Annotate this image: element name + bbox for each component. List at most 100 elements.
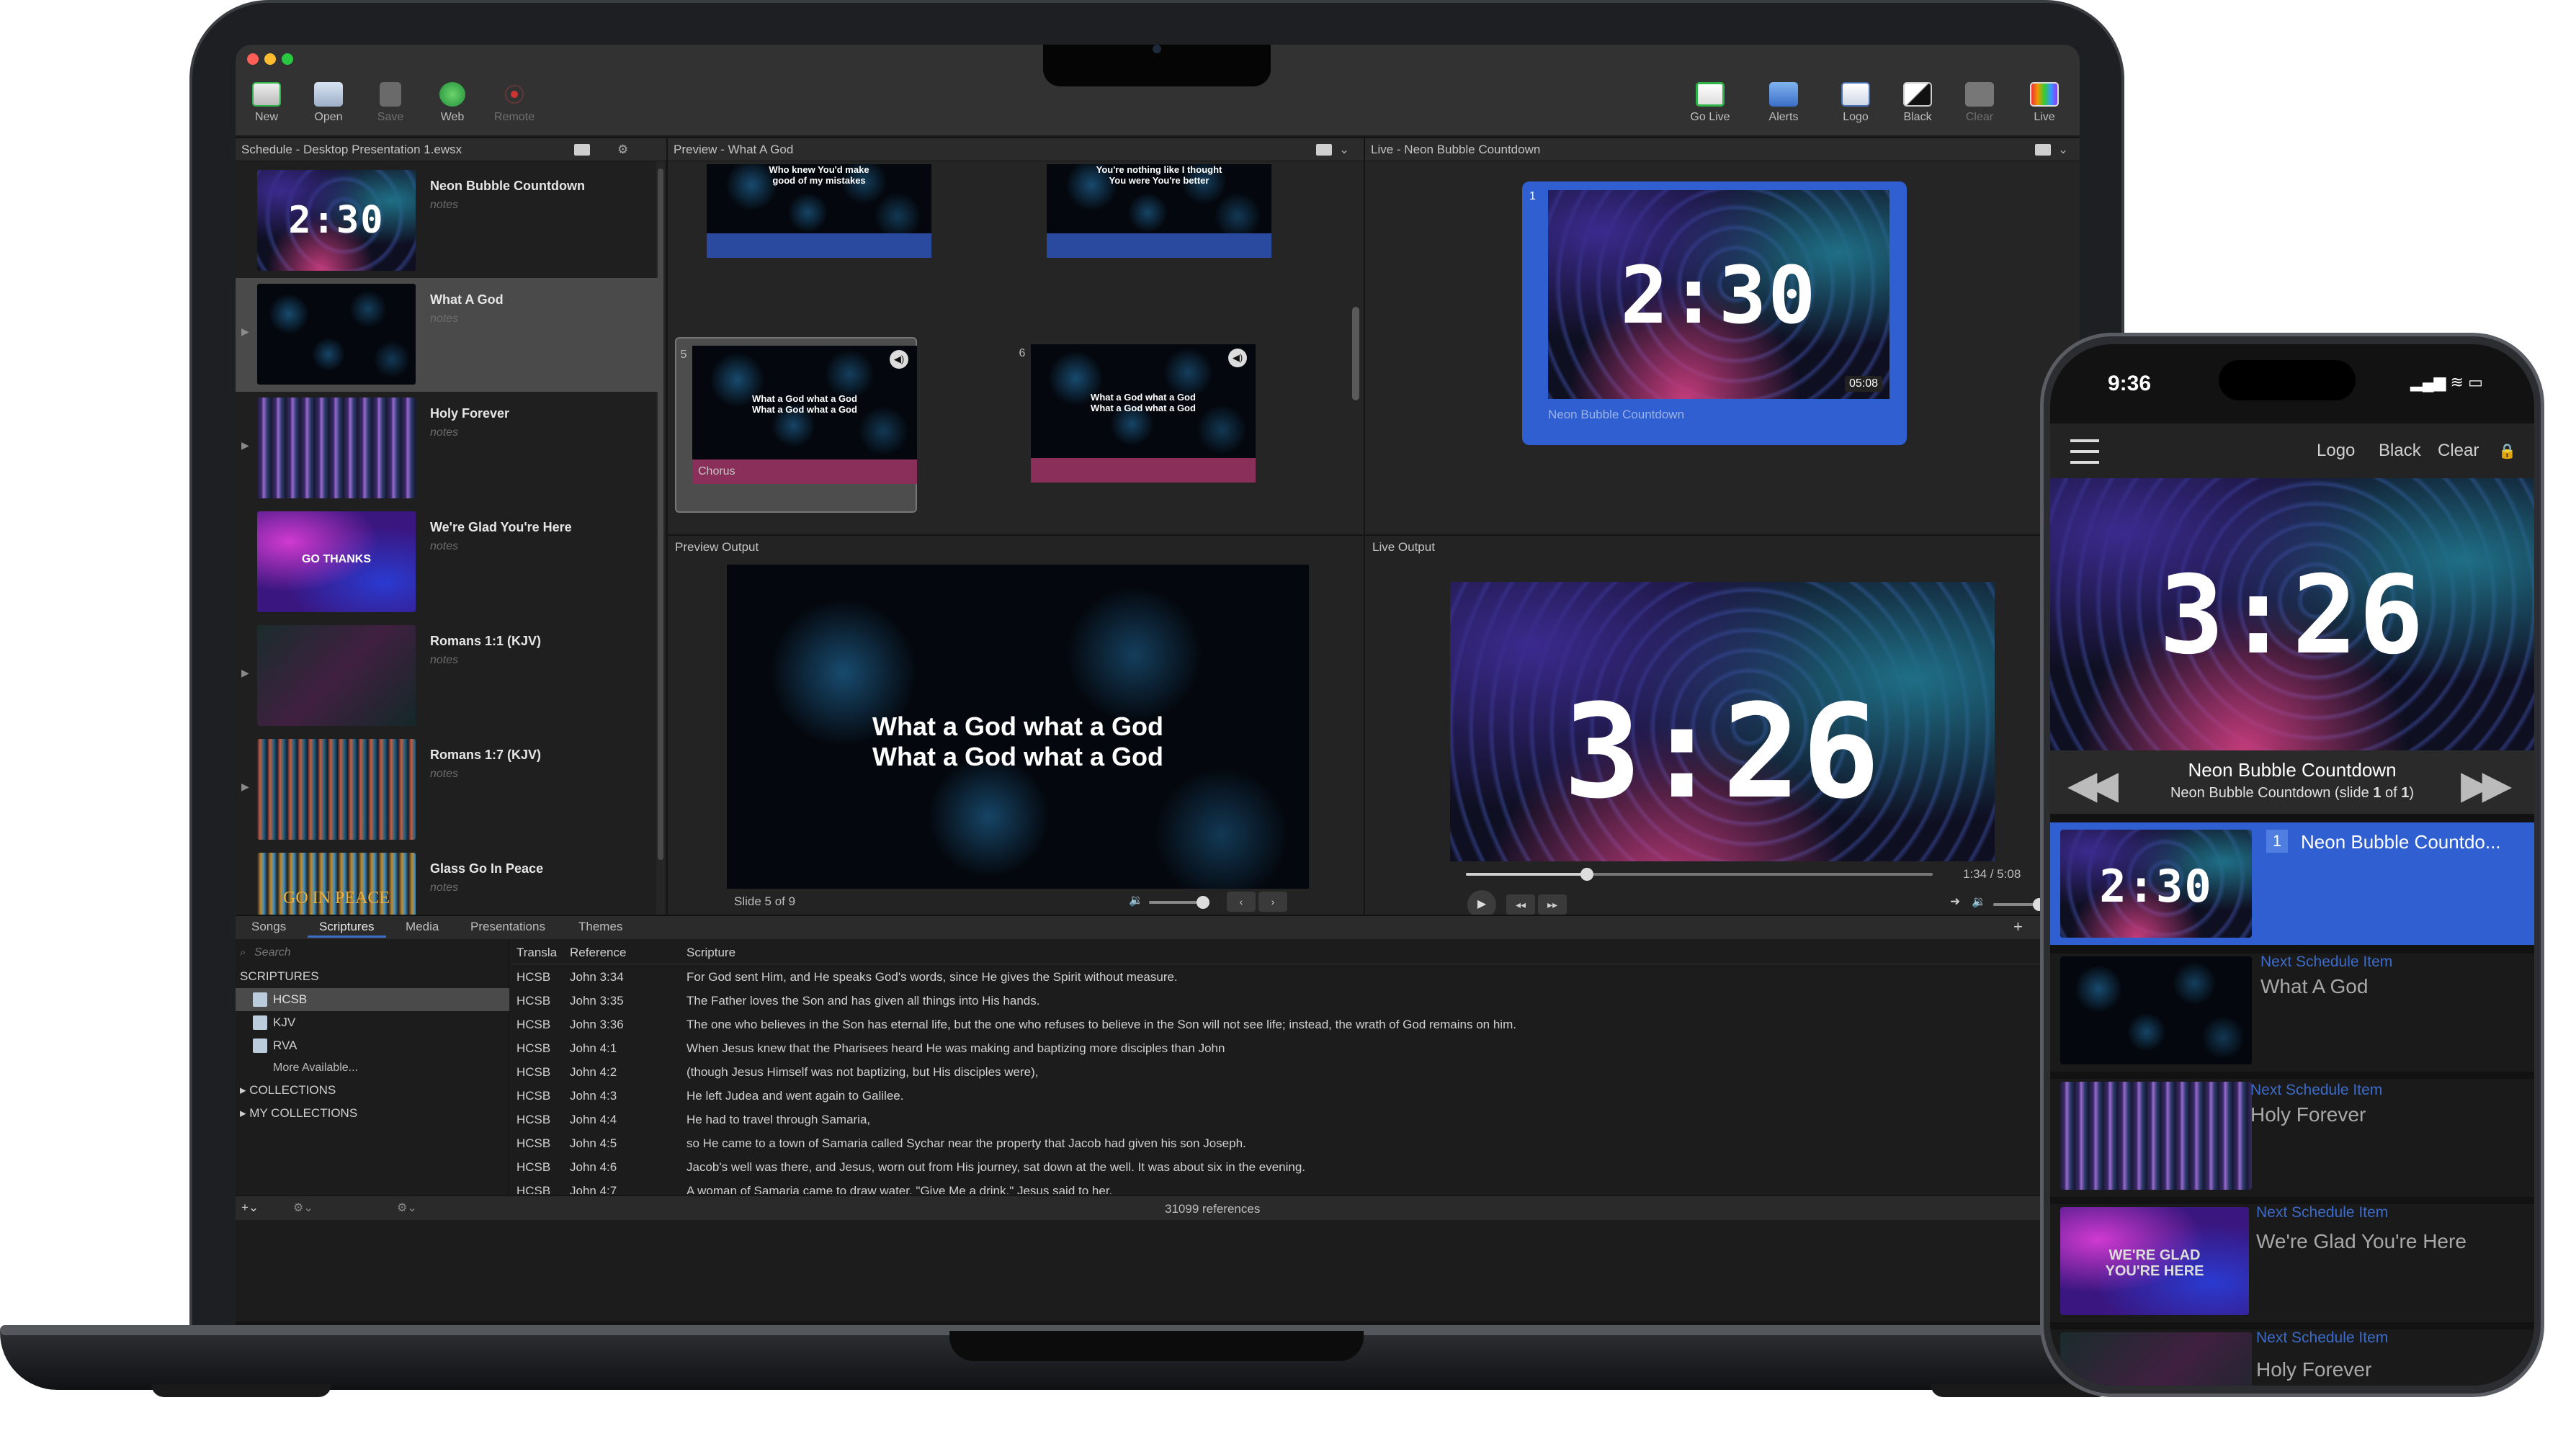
my-collections-row[interactable]: ▸ MY COLLECTIONS — [240, 1106, 357, 1121]
logo-button[interactable]: Logo — [2309, 435, 2362, 467]
view-mode-icon[interactable] — [574, 144, 590, 156]
chevron-down-icon[interactable]: ⌄ — [1339, 138, 1349, 161]
next-arrow-icon[interactable]: ➜ — [1950, 894, 1960, 909]
next-slide-button[interactable]: › — [1258, 892, 1287, 912]
fast-forward-button[interactable]: ▸▸ — [1538, 894, 1567, 915]
table-row[interactable]: HCSB John 3:34 For God sent Him, and He sp… — [511, 965, 2074, 989]
tab-scriptures[interactable]: Scriptures — [308, 916, 386, 938]
more-available-link[interactable]: More Available... — [273, 1062, 358, 1075]
remote-button[interactable]: Remote — [483, 82, 545, 135]
speaker-icon[interactable]: ◀) — [890, 350, 908, 369]
web-button[interactable]: Web — [421, 82, 483, 135]
table-row[interactable]: HCSB John 4:3 He left Judea and went again… — [511, 1084, 2074, 1108]
table-row[interactable]: HCSB John 3:35 The Father loves the Son an… — [511, 989, 2074, 1013]
live-slide-card[interactable]: 1 2:30 05:08 Neon Bubble Countdown — [1522, 181, 1907, 445]
phone-current-item[interactable]: 2:30 1 Neon Bubble Countdo... — [2050, 822, 2534, 945]
column-header-reference[interactable]: Reference — [564, 941, 672, 964]
clear-button[interactable]: Clear — [1949, 82, 2011, 135]
minimize-window-button[interactable] — [264, 53, 276, 65]
volume-slider[interactable] — [1149, 896, 1209, 909]
tab-themes[interactable]: Themes — [567, 916, 634, 938]
add-icon[interactable]: + — [2013, 916, 2023, 938]
collections-row[interactable]: ▸ COLLECTIONS — [240, 1083, 336, 1098]
settings-gear-icon[interactable]: ⚙︎⌄ — [293, 1201, 313, 1215]
volume-icon[interactable]: 🔉 — [1972, 894, 1986, 909]
item-notes[interactable]: notes — [430, 313, 458, 326]
settings-gear-icon[interactable]: ⚙︎⌄ — [397, 1201, 417, 1215]
go-live-button[interactable]: Go Live — [1679, 82, 1741, 135]
expand-chevron-icon[interactable]: ▶ — [241, 667, 249, 679]
expand-chevron-icon[interactable]: ▶ — [241, 439, 249, 452]
schedule-item-selected[interactable]: ▶ What A God notes — [236, 278, 662, 392]
progress-thumb[interactable] — [1580, 868, 1594, 881]
translation-item[interactable]: KJV — [236, 1011, 509, 1034]
table-row[interactable]: HCSB John 4:4 He had to travel through Sam… — [511, 1108, 2074, 1131]
expand-chevron-icon[interactable]: ▶ — [241, 781, 249, 793]
slide-thumbnail[interactable]: You're nothing like I thought You were Y… — [1047, 164, 1271, 233]
volume-icon[interactable]: 🔉 — [1129, 893, 1143, 907]
next-icon[interactable]: ▶▶ — [2461, 762, 2512, 807]
scripture-table: Transla Reference Scripture HCSB John 3:3… — [511, 939, 2074, 1194]
live-button[interactable]: Live — [2013, 82, 2075, 135]
chevron-down-icon[interactable]: ⌄ — [2058, 138, 2068, 161]
preview-scrollbar[interactable] — [1352, 307, 1359, 400]
schedule-item[interactable]: ▶ Romans 1:7 (KJV) notes — [236, 733, 662, 847]
translation-item-selected[interactable]: HCSB — [236, 988, 509, 1011]
table-row[interactable]: HCSB John 4:1 When Jesus knew that the Pha… — [511, 1036, 2074, 1060]
table-row[interactable]: HCSB John 4:2 (though Jesus Himself was no… — [511, 1060, 2074, 1084]
grid-view-icon[interactable] — [1316, 144, 1332, 156]
playback-progress-bar[interactable] — [1466, 868, 1933, 881]
item-notes[interactable]: notes — [430, 199, 458, 212]
translation-item[interactable]: RVA — [236, 1034, 509, 1057]
slide-5-selected[interactable]: 5 What a God what a God What a God what … — [675, 337, 917, 513]
slide-6[interactable]: 6 What a God what a God What a God what … — [1015, 337, 1257, 513]
view-mode-icon[interactable] — [2035, 144, 2051, 156]
tab-media[interactable]: Media — [394, 916, 450, 938]
alerts-button[interactable]: Alerts — [1753, 82, 1815, 135]
item-notes[interactable]: notes — [430, 654, 458, 667]
phone-next-item[interactable]: Next Schedule Item Holy Forever — [2050, 1329, 2534, 1386]
zoom-window-button[interactable] — [282, 53, 293, 65]
column-header-scripture[interactable]: Scripture — [681, 941, 735, 964]
column-header-translation[interactable]: Transla — [511, 941, 561, 964]
schedule-item[interactable]: 2:30 Neon Bubble Countdown notes — [236, 164, 662, 278]
table-row[interactable]: HCSB John 4:5 so He came to a town of Sama… — [511, 1131, 2074, 1155]
schedule-item[interactable]: GO THANKS We're Glad You're Here notes — [236, 506, 662, 619]
phone-next-item[interactable]: Next Schedule Item Holy Forever — [2050, 1079, 2534, 1197]
phone-next-item[interactable]: WE'RE GLAD YOU'RE HERE Next Schedule Item… — [2050, 1204, 2534, 1322]
item-notes[interactable]: notes — [430, 882, 458, 894]
black-button[interactable]: Black — [1887, 82, 1949, 135]
cell-scripture: A woman of Samaria came to draw water. "… — [687, 1184, 1113, 1194]
rewind-button[interactable]: ◂◂ — [1506, 894, 1535, 915]
item-notes[interactable]: notes — [430, 540, 458, 553]
search-input[interactable] — [254, 943, 499, 962]
logo-button[interactable]: Logo — [1825, 82, 1887, 135]
item-notes[interactable]: notes — [430, 426, 458, 439]
speaker-icon[interactable]: ◀) — [1228, 349, 1247, 367]
slide-thumbnail[interactable]: Who knew You'd make good of my mistakes — [707, 164, 931, 233]
schedule-item[interactable]: GO IN PEACE Glass Go In Peace notes — [236, 847, 662, 915]
schedule-item[interactable]: ▶ Holy Forever notes — [236, 392, 662, 506]
hamburger-menu-icon[interactable] — [2070, 439, 2099, 464]
table-row[interactable]: HCSB John 4:6 Jacob's well was there, and … — [511, 1155, 2074, 1179]
open-button[interactable]: Open — [298, 82, 359, 135]
clear-button[interactable]: Clear — [2430, 435, 2486, 467]
new-button[interactable]: New — [236, 82, 298, 135]
close-window-button[interactable] — [247, 53, 259, 65]
tab-songs[interactable]: Songs — [240, 916, 298, 938]
black-button[interactable]: Black — [2371, 435, 2428, 467]
lock-icon[interactable]: 🔒 — [2498, 442, 2516, 460]
add-menu-button[interactable]: +⌄ — [241, 1201, 259, 1215]
playback-time: 1:34 / 5:08 — [1963, 867, 2021, 881]
table-row[interactable]: HCSB John 3:36 The one who believes in the… — [511, 1013, 2074, 1036]
schedule-item[interactable]: ▶ Romans 1:1 (KJV) notes — [236, 619, 662, 733]
previous-slide-button[interactable]: ‹ — [1227, 892, 1256, 912]
expand-chevron-icon[interactable]: ▶ — [241, 326, 249, 338]
save-button[interactable]: Save — [359, 82, 421, 135]
table-row[interactable]: HCSB John 4:7 A woman of Samaria came to d… — [511, 1179, 2074, 1194]
phone-next-item[interactable]: Next Schedule Item What A God — [2050, 954, 2534, 1072]
item-notes[interactable]: notes — [430, 768, 458, 781]
tab-presentations[interactable]: Presentations — [459, 916, 557, 938]
settings-gear-icon[interactable]: ⚙︎ — [617, 138, 628, 161]
volume-thumb[interactable] — [1197, 896, 1209, 909]
